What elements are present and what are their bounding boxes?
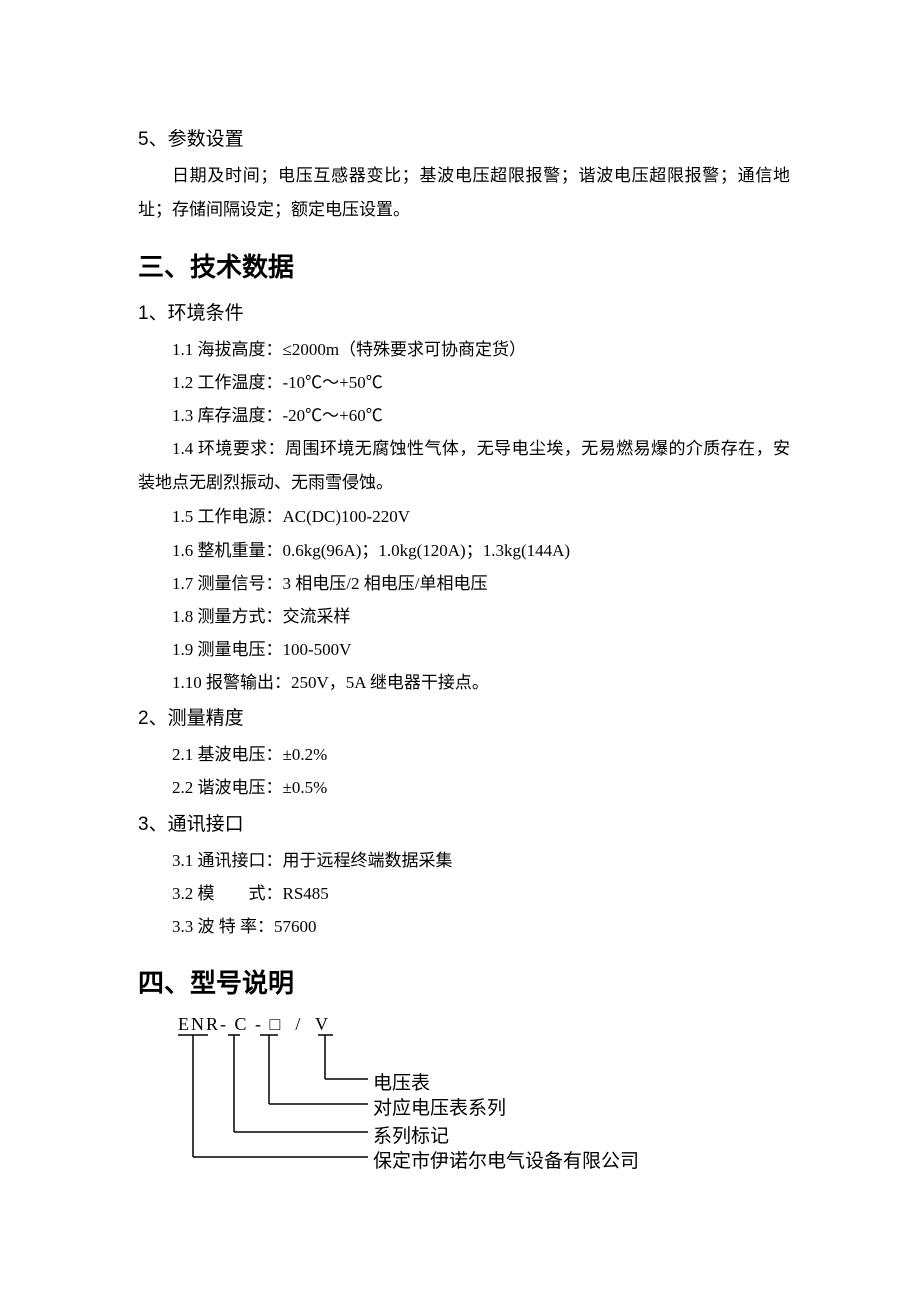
section-3-title: 三、技术数据 bbox=[138, 247, 790, 284]
diagram-lines-icon bbox=[178, 1032, 378, 1202]
section-3-3-title: 3、通讯接口 bbox=[138, 809, 790, 836]
spec-item: 1.1 海拔高度：≤2000m（特殊要求可协商定货） bbox=[138, 333, 790, 366]
spec-item: 1.10 报警输出：250V，5A 继电器干接点。 bbox=[138, 666, 790, 699]
model-diagram: ENR- C - □ / V 电压表 对应电压表系列 系列标记 保定市伊诺尔电气… bbox=[178, 1014, 790, 1184]
document-page: 5、参数设置 日期及时间；电压互感器变比；基波电压超限报警；谐波电压超限报警；通… bbox=[0, 0, 920, 1302]
spec-item: 1.8 测量方式：交流采样 bbox=[138, 600, 790, 633]
section-5-title: 5、参数设置 bbox=[138, 124, 790, 151]
section-5-para: 日期及时间；电压互感器变比；基波电压超限报警；谐波电压超限报警；通信地址；存储间… bbox=[138, 159, 790, 227]
spec-item: 1.9 测量电压：100-500V bbox=[138, 633, 790, 666]
spec-item: 3.1 通讯接口：用于远程终端数据采集 bbox=[138, 844, 790, 877]
spec-item: 1.5 工作电源：AC(DC)100-220V bbox=[138, 500, 790, 533]
diagram-label-company: 保定市伊诺尔电气设备有限公司 bbox=[373, 1146, 639, 1173]
section-4-title: 四、型号说明 bbox=[138, 963, 790, 1000]
spec-item: 2.1 基波电压：±0.2% bbox=[138, 738, 790, 771]
diagram-label-series-match: 对应电压表系列 bbox=[373, 1093, 506, 1120]
spec-item: 1.7 测量信号：3 相电压/2 相电压/单相电压 bbox=[138, 567, 790, 600]
spec-item: 3.3 波 特 率：57600 bbox=[138, 910, 790, 943]
spec-item: 2.2 谐波电压：±0.5% bbox=[138, 771, 790, 804]
diagram-label-series-mark: 系列标记 bbox=[373, 1121, 449, 1148]
diagram-label-voltage-meter: 电压表 bbox=[373, 1068, 430, 1095]
spec-item: 1.6 整机重量：0.6kg(96A)；1.0kg(120A)；1.3kg(14… bbox=[138, 534, 790, 567]
spec-item: 1.3 库存温度：-20℃～+60℃ bbox=[138, 399, 790, 432]
spec-item: 1.2 工作温度：-10℃～+50℃ bbox=[138, 366, 790, 399]
spec-item: 3.2 模 式：RS485 bbox=[138, 877, 790, 910]
section-3-1-title: 1、环境条件 bbox=[138, 298, 790, 325]
section-3-2-title: 2、测量精度 bbox=[138, 703, 790, 730]
spec-para-14: 1.4 环境要求：周围环境无腐蚀性气体，无导电尘埃，无易燃易爆的介质存在，安装地… bbox=[138, 432, 790, 500]
